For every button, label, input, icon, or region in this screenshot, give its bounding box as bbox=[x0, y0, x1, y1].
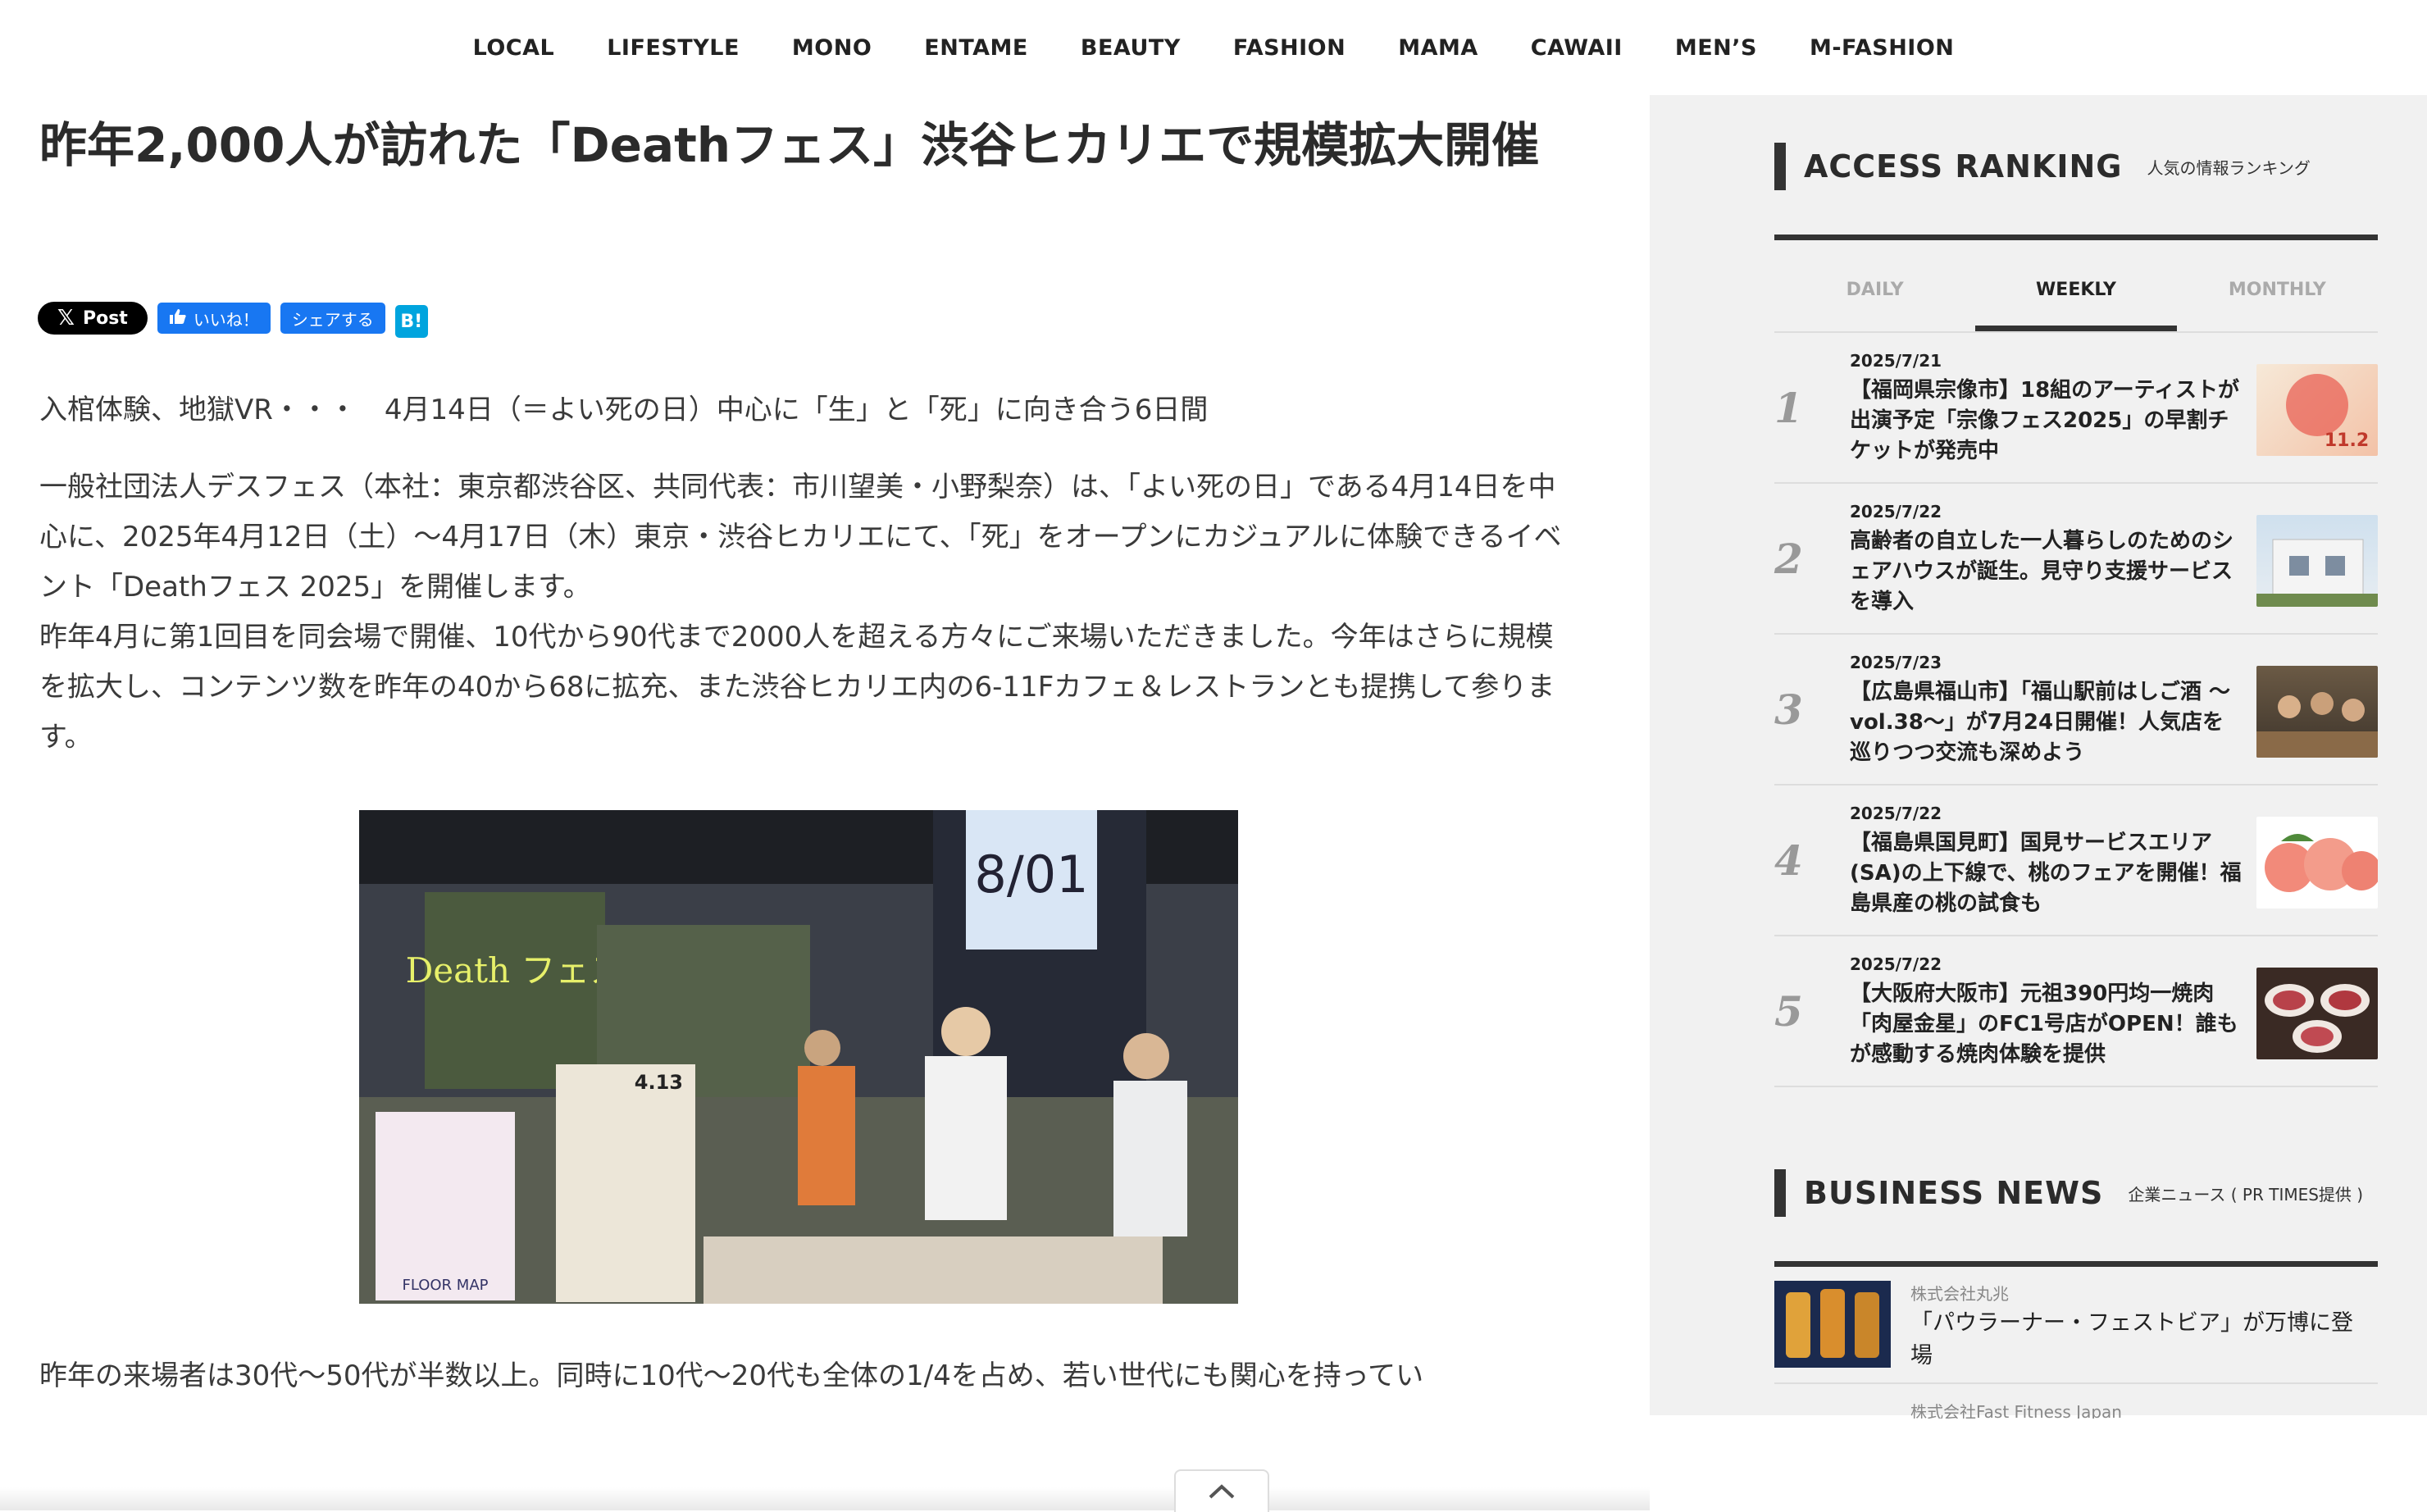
photo-sign-text: 8/01 bbox=[974, 845, 1088, 904]
news-company: 株式会社丸兆 bbox=[1910, 1284, 2009, 1304]
rank-thumbnail[interactable] bbox=[2256, 817, 2378, 909]
chevron-up-icon[interactable] bbox=[1174, 1469, 1269, 1512]
ranking-item[interactable]: 3 2025/7/23 【広島県福山市】「福山駅前はしご酒 〜vol.38〜」が… bbox=[1774, 635, 2378, 786]
rank-title[interactable]: 【福島県国見町】国見サービスエリア(SA)の上下線で、桃のフェアを開催！福島県産… bbox=[1850, 828, 2243, 919]
ranking-item[interactable]: 5 2025/7/22 【大阪府大阪市】元祖390円均一焼肉「肉屋金星」のFC1… bbox=[1774, 936, 2378, 1087]
nav-lifestyle[interactable]: LIFESTYLE bbox=[581, 35, 766, 61]
article-main: 昨年2,000人が訪れた「Deathフェス」渋谷ヒカリエで規模拡大開催 𝕏 Po… bbox=[0, 95, 1650, 1512]
rank-title[interactable]: 【広島県福山市】「福山駅前はしご酒 〜vol.38〜」が7月24日開催！人気店を… bbox=[1850, 677, 2243, 768]
heading-bar bbox=[1774, 1169, 1786, 1217]
rank-thumbnail[interactable] bbox=[2256, 515, 2378, 607]
event-photo: 8/01 Death フェス FLOOR MAP 4.13 bbox=[359, 810, 1238, 1304]
rank-date: 2025/7/22 bbox=[1850, 954, 1942, 974]
rank-thumbnail[interactable] bbox=[2256, 666, 2378, 758]
business-heading: BUSINESS NEWS bbox=[1804, 1175, 2104, 1211]
news-item[interactable]: 株式会社Fast Fitness Japan bbox=[1774, 1402, 2378, 1419]
rank-date: 2025/7/23 bbox=[1850, 653, 1942, 672]
tab-monthly[interactable]: MONTHLY bbox=[2177, 248, 2378, 331]
article-paragraph: 一般社団法人デスフェス（本社：東京都渋谷区、共同代表：市川望美・小野梨奈）は、「… bbox=[39, 471, 1562, 603]
nav-mama[interactable]: MAMA bbox=[1372, 35, 1505, 61]
rank-number: 3 bbox=[1774, 685, 1803, 734]
photo-floor-text: FLOOR MAP bbox=[402, 1277, 488, 1294]
nav-beauty[interactable]: BEAUTY bbox=[1054, 35, 1207, 61]
bottom-fade bbox=[0, 1487, 1650, 1510]
business-header: BUSINESS NEWS 企業ニュース ( PR TIMES提供 ) bbox=[1774, 1169, 2363, 1217]
rank-date: 2025/7/22 bbox=[1850, 804, 1942, 823]
photo-board-text: 4.13 bbox=[635, 1071, 683, 1094]
tab-weekly[interactable]: WEEKLY bbox=[1975, 248, 2177, 331]
nav-cawaii[interactable]: CAWAII bbox=[1505, 35, 1649, 61]
article-tail-text: 昨年の来場者は30代〜50代が半数以上。同時に10代〜20代も全体の1/4を占め… bbox=[39, 1359, 1424, 1392]
nav-fashion[interactable]: FASHION bbox=[1207, 35, 1372, 61]
ranking-item[interactable]: 2 2025/7/22 高齢者の自立した一人暮らしのためのシェアハウスが誕生。見… bbox=[1774, 484, 2378, 635]
article-lead: 入棺体験、地獄VR・・・ 4月14日（＝よい死の日）中心に「生」と「死」に向き合… bbox=[39, 394, 1209, 426]
fb-share-label: シェアする bbox=[291, 309, 374, 330]
news-title[interactable]: 「パウラーナー・フェストビア」が万博に登場 bbox=[1910, 1307, 2370, 1373]
business-subheading: 企業ニュース ( PR TIMES提供 ) bbox=[2128, 1184, 2364, 1205]
business-rule bbox=[1774, 1261, 2378, 1267]
ranking-subheading: 人気の情報ランキング bbox=[2147, 157, 2311, 178]
ranking-item[interactable]: 4 2025/7/22 【福島県国見町】国見サービスエリア(SA)の上下線で、桃… bbox=[1774, 786, 2378, 936]
rank-date: 2025/7/22 bbox=[1850, 502, 1942, 521]
ranking-header: ACCESS RANKING 人気の情報ランキング bbox=[1774, 143, 2311, 190]
hatena-bookmark-button[interactable]: B! bbox=[394, 305, 428, 338]
news-company: 株式会社Fast Fitness Japan bbox=[1910, 1402, 2122, 1419]
rank-date: 2025/7/21 bbox=[1850, 351, 1942, 371]
x-post-label: Post bbox=[82, 307, 128, 329]
rank-title[interactable]: 【大阪府大阪市】元祖390円均一焼肉「肉屋金星」のFC1号店がOPEN！誰もが感… bbox=[1850, 979, 2243, 1070]
nav-mono[interactable]: MONO bbox=[766, 35, 898, 61]
ranking-tabs: DAILY WEEKLY MONTHLY bbox=[1774, 248, 2378, 331]
rank-number: 1 bbox=[1774, 384, 1803, 432]
thumb-text: 11.2 bbox=[2325, 430, 2369, 451]
heading-bar bbox=[1774, 143, 1786, 190]
x-post-button[interactable]: 𝕏 Post bbox=[38, 302, 148, 335]
ranking-rule bbox=[1774, 235, 2378, 240]
tab-daily[interactable]: DAILY bbox=[1774, 248, 1975, 331]
fb-share-button[interactable]: シェアする bbox=[280, 303, 385, 334]
rank-title[interactable]: 【福岡県宗像市】18組のアーティストが出演予定「宗像フェス2025」の早割チケッ… bbox=[1850, 376, 2243, 467]
news-item[interactable]: 株式会社丸兆 「パウラーナー・フェストビア」が万博に登場 bbox=[1774, 1281, 2378, 1384]
nav-m-fashion[interactable]: M-FASHION bbox=[1783, 35, 1980, 61]
article-title: 昨年2,000人が訪れた「Deathフェス」渋谷ヒカリエで規模拡大開催 bbox=[39, 117, 1540, 173]
top-nav: LOCAL LIFESTYLE MONO ENTAME BEAUTY FASHI… bbox=[0, 0, 2427, 95]
ranking-item[interactable]: 1 2025/7/21 【福岡県宗像市】18組のアーティストが出演予定「宗像フェ… bbox=[1774, 333, 2378, 484]
rank-thumbnail[interactable] bbox=[2256, 968, 2378, 1059]
fb-like-button[interactable]: いいね！ bbox=[157, 303, 271, 334]
ranking-heading: ACCESS RANKING bbox=[1804, 148, 2123, 184]
rank-title[interactable]: 高齢者の自立した一人暮らしのためのシェアハウスが誕生。見守り支援サービスを導入 bbox=[1850, 526, 2243, 617]
nav-mens[interactable]: MEN’S bbox=[1649, 35, 1783, 61]
photo-poster-text: Death フェス bbox=[406, 950, 625, 991]
news-thumbnail[interactable] bbox=[1774, 1281, 1891, 1368]
nav-entame[interactable]: ENTAME bbox=[898, 35, 1054, 61]
fb-like-label: いいね！ bbox=[193, 309, 259, 330]
x-logo-icon: 𝕏 bbox=[57, 306, 75, 330]
rank-thumbnail[interactable]: 11.2 bbox=[2256, 364, 2378, 456]
article-body: 一般社団法人デスフェス（本社：東京都渋谷区、共同代表：市川望美・小野梨奈）は、「… bbox=[39, 462, 1564, 763]
sidebar: ACCESS RANKING 人気の情報ランキング DAILY WEEKLY M… bbox=[1650, 95, 2427, 1419]
thumbs-up-icon bbox=[169, 308, 187, 329]
nav-local[interactable]: LOCAL bbox=[447, 35, 581, 61]
share-buttons: 𝕏 Post いいね！ シェアする B! bbox=[38, 298, 428, 338]
rank-number: 2 bbox=[1774, 535, 1803, 583]
rank-number: 5 bbox=[1774, 987, 1803, 1036]
article-paragraph: 昨年4月に第1回目を同会場で開催、10代から90代まで2000人を超える方々にご… bbox=[39, 621, 1555, 754]
rank-number: 4 bbox=[1774, 836, 1803, 885]
